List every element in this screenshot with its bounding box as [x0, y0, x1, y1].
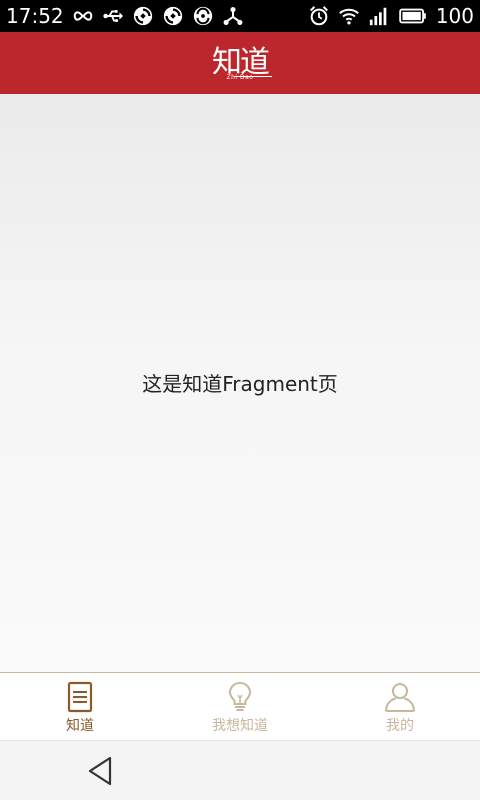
data-icon [192, 5, 214, 27]
tab-label: 我想知道 [212, 718, 268, 734]
app-logo: 知道 Zhi Dao [212, 48, 272, 81]
battery-level: 100 [435, 4, 474, 28]
infinity-icon [72, 5, 94, 27]
lightbulb-icon [224, 681, 256, 713]
logo-subtext: Zhi Dao [226, 74, 254, 81]
battery-icon [398, 5, 428, 27]
tab-label: 我的 [386, 718, 414, 734]
wifi-icon [338, 5, 360, 27]
status-bar: 17:52 100 [0, 0, 480, 32]
app-header: 知道 Zhi Dao [0, 32, 480, 94]
share-icon [222, 5, 244, 27]
sync-icon [162, 5, 184, 27]
sync-icon [132, 5, 154, 27]
fragment-text: 这是知道Fragment页 [142, 371, 338, 396]
signal-icon [368, 5, 390, 27]
bottom-tab-bar: 知道 我想知道 我的 [0, 672, 480, 740]
tab-zhidao[interactable]: 知道 [0, 673, 160, 740]
fragment-content: 这是知道Fragment页 [0, 94, 480, 672]
back-triangle-icon[interactable] [86, 755, 114, 787]
status-time: 17:52 [6, 4, 64, 28]
tab-label: 知道 [66, 718, 94, 734]
usb-icon [102, 5, 124, 27]
tab-wode[interactable]: 我的 [320, 673, 480, 740]
status-bar-left: 17:52 [0, 4, 244, 28]
phone-screen: 17:52 100 知道 Zhi Dao 这是知道Fragment页 知道 我想… [0, 0, 480, 800]
document-icon [64, 681, 96, 713]
tab-woxiang-zhidao[interactable]: 我想知道 [160, 673, 320, 740]
alarm-icon [308, 5, 330, 27]
system-nav-bar [0, 740, 480, 800]
status-bar-right: 100 [308, 4, 480, 28]
person-icon [384, 681, 416, 713]
